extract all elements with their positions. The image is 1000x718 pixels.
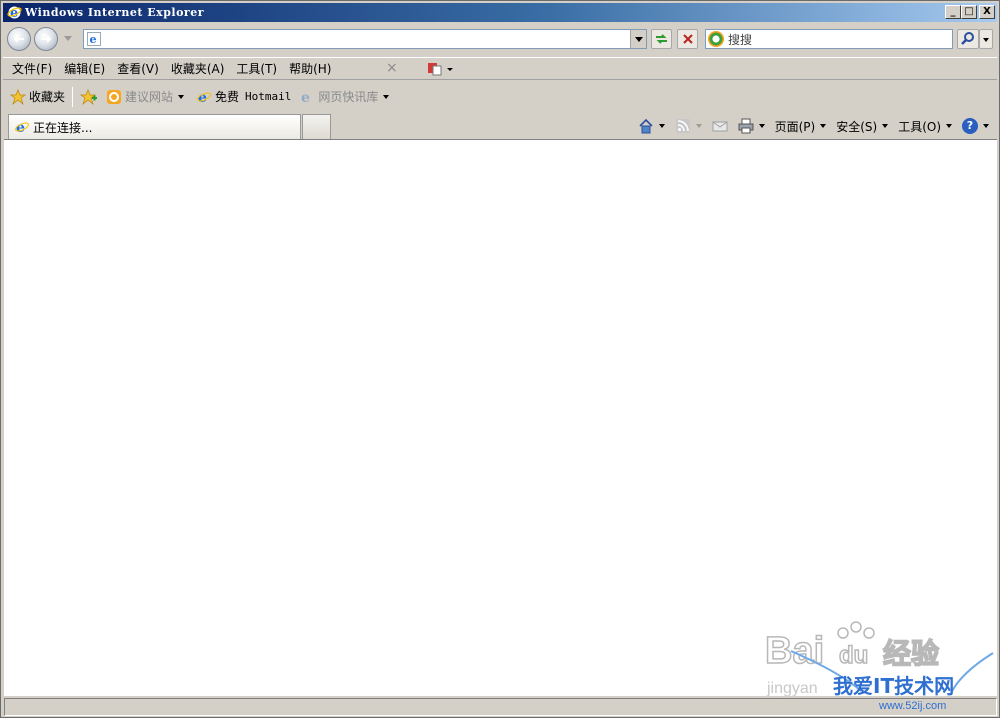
refresh-icon [656, 34, 667, 44]
menu-file[interactable]: 文件(F) [6, 59, 58, 79]
page-menu-label: 页面(P) [774, 119, 816, 134]
chevron-down-icon [882, 124, 889, 128]
chevron-down-icon [820, 124, 827, 128]
web-slice-gallery-button[interactable]: e 网页快讯库 [295, 86, 393, 108]
history-dropdown-icon[interactable] [64, 36, 72, 41]
star-icon [10, 88, 26, 105]
chevron-down-icon [658, 124, 665, 128]
chevron-down-icon [178, 94, 185, 99]
svg-text:e: e [16, 120, 25, 135]
forward-arrow-icon [41, 35, 52, 43]
ie-window: e Windows Internet Explorer _ □ X e 搜搜 文… [0, 0, 1000, 718]
favorites-label: 收藏夹 [29, 90, 66, 104]
stop-button[interactable] [677, 29, 698, 49]
back-button[interactable] [7, 27, 31, 51]
title-bar[interactable]: e Windows Internet Explorer _ □ X [3, 3, 997, 22]
back-arrow-icon [13, 35, 24, 43]
safety-menu-label: 安全(S) [836, 119, 878, 134]
page-ie-icon: e [87, 32, 101, 46]
navigation-bar: e [3, 24, 997, 55]
chevron-down-icon [758, 124, 765, 128]
ie-logo-icon: e [7, 5, 22, 21]
mail-icon [712, 121, 728, 132]
hotmail-prefix: 免费 [215, 90, 240, 104]
svg-text:e: e [90, 33, 97, 46]
web-slice-label: 网页快讯库 [318, 90, 379, 104]
menu-edit[interactable]: 编辑(E) [58, 59, 111, 79]
menu-bar: 文件(F) 编辑(E) 查看(V) 收藏夹(A) 工具(T) 帮助(H) × [3, 57, 997, 80]
printer-icon [738, 118, 754, 134]
search-options-dropdown[interactable] [979, 29, 993, 49]
rss-feed-icon [675, 119, 690, 133]
address-input[interactable] [106, 31, 626, 47]
favorites-bar: 收藏夹 建议网站 e 免费 Hotmail e 网页快讯库 [3, 83, 997, 110]
status-bar [4, 698, 997, 716]
tab-label: 正在连接... [33, 120, 93, 135]
minimize-button[interactable]: _ [945, 5, 961, 19]
forward-button[interactable] [34, 27, 58, 51]
chevron-down-icon [695, 124, 702, 128]
magnifier-icon [961, 32, 974, 45]
read-mail-button[interactable] [712, 118, 728, 134]
new-tab-button[interactable] [302, 114, 331, 139]
refresh-button[interactable] [651, 29, 672, 49]
safety-menu-button[interactable]: 安全(S) [836, 118, 889, 135]
favorites-button[interactable]: 收藏夹 [6, 86, 69, 108]
add-to-favorites-bar-button[interactable] [76, 86, 102, 108]
menu-tools[interactable]: 工具(T) [230, 59, 283, 79]
translate-addon-button[interactable] [425, 60, 455, 78]
search-input[interactable] [728, 31, 948, 47]
add-favorite-icon [80, 88, 98, 105]
tools-menu-button[interactable]: 工具(O) [898, 118, 952, 135]
favbar-divider [72, 86, 74, 107]
hotmail-link[interactable]: e 免费 Hotmail [192, 86, 295, 108]
chevron-down-icon [383, 94, 390, 99]
menu-view[interactable]: 查看(V) [111, 59, 165, 79]
svg-text:e: e [198, 90, 207, 105]
tab-loading[interactable]: e 正在连接... [8, 114, 301, 139]
ie-page-icon: e [301, 90, 310, 105]
address-dropdown-button[interactable] [630, 30, 646, 48]
suggested-sites-label: 建议网站 [125, 90, 174, 104]
feeds-button[interactable] [675, 118, 702, 134]
close-button[interactable]: X [979, 5, 995, 19]
address-bar[interactable]: e [83, 29, 647, 49]
page-content-area[interactable] [4, 139, 997, 696]
window-title: Windows Internet Explorer [25, 6, 205, 19]
search-box[interactable] [705, 29, 953, 49]
suggested-sites-button[interactable]: 建议网站 [102, 86, 188, 108]
command-bar: 页面(P) 安全(S) 工具(O) ? [628, 116, 989, 136]
soso-logo-icon [708, 31, 724, 47]
help-menu-button[interactable]: ? [962, 118, 989, 134]
svg-text:e: e [301, 90, 310, 105]
home-button[interactable] [638, 118, 665, 134]
tab-row: e 正在连接... 页面(P) 安全(S) 工具(O) ? [3, 112, 997, 139]
chevron-down-icon [946, 124, 952, 128]
print-button[interactable] [738, 118, 765, 134]
menu-help[interactable]: 帮助(H) [283, 59, 337, 79]
close-icon[interactable]: × [386, 60, 398, 76]
help-icon: ? [962, 118, 978, 134]
ie-page-icon: e [15, 120, 29, 135]
home-icon [639, 118, 653, 134]
menu-favorites[interactable]: 收藏夹(A) [165, 59, 231, 79]
maximize-button[interactable]: □ [961, 5, 977, 19]
addon-icon [428, 63, 453, 76]
ie-page-icon: e [197, 90, 212, 105]
search-button[interactable] [957, 29, 979, 49]
page-menu-button[interactable]: 页面(P) [775, 118, 827, 135]
tools-menu-label: 工具(O) [898, 119, 941, 134]
suggested-sites-icon [107, 89, 122, 104]
chevron-down-icon [983, 124, 989, 128]
hotmail-name: Hotmail [245, 90, 292, 103]
stop-icon [682, 34, 693, 44]
